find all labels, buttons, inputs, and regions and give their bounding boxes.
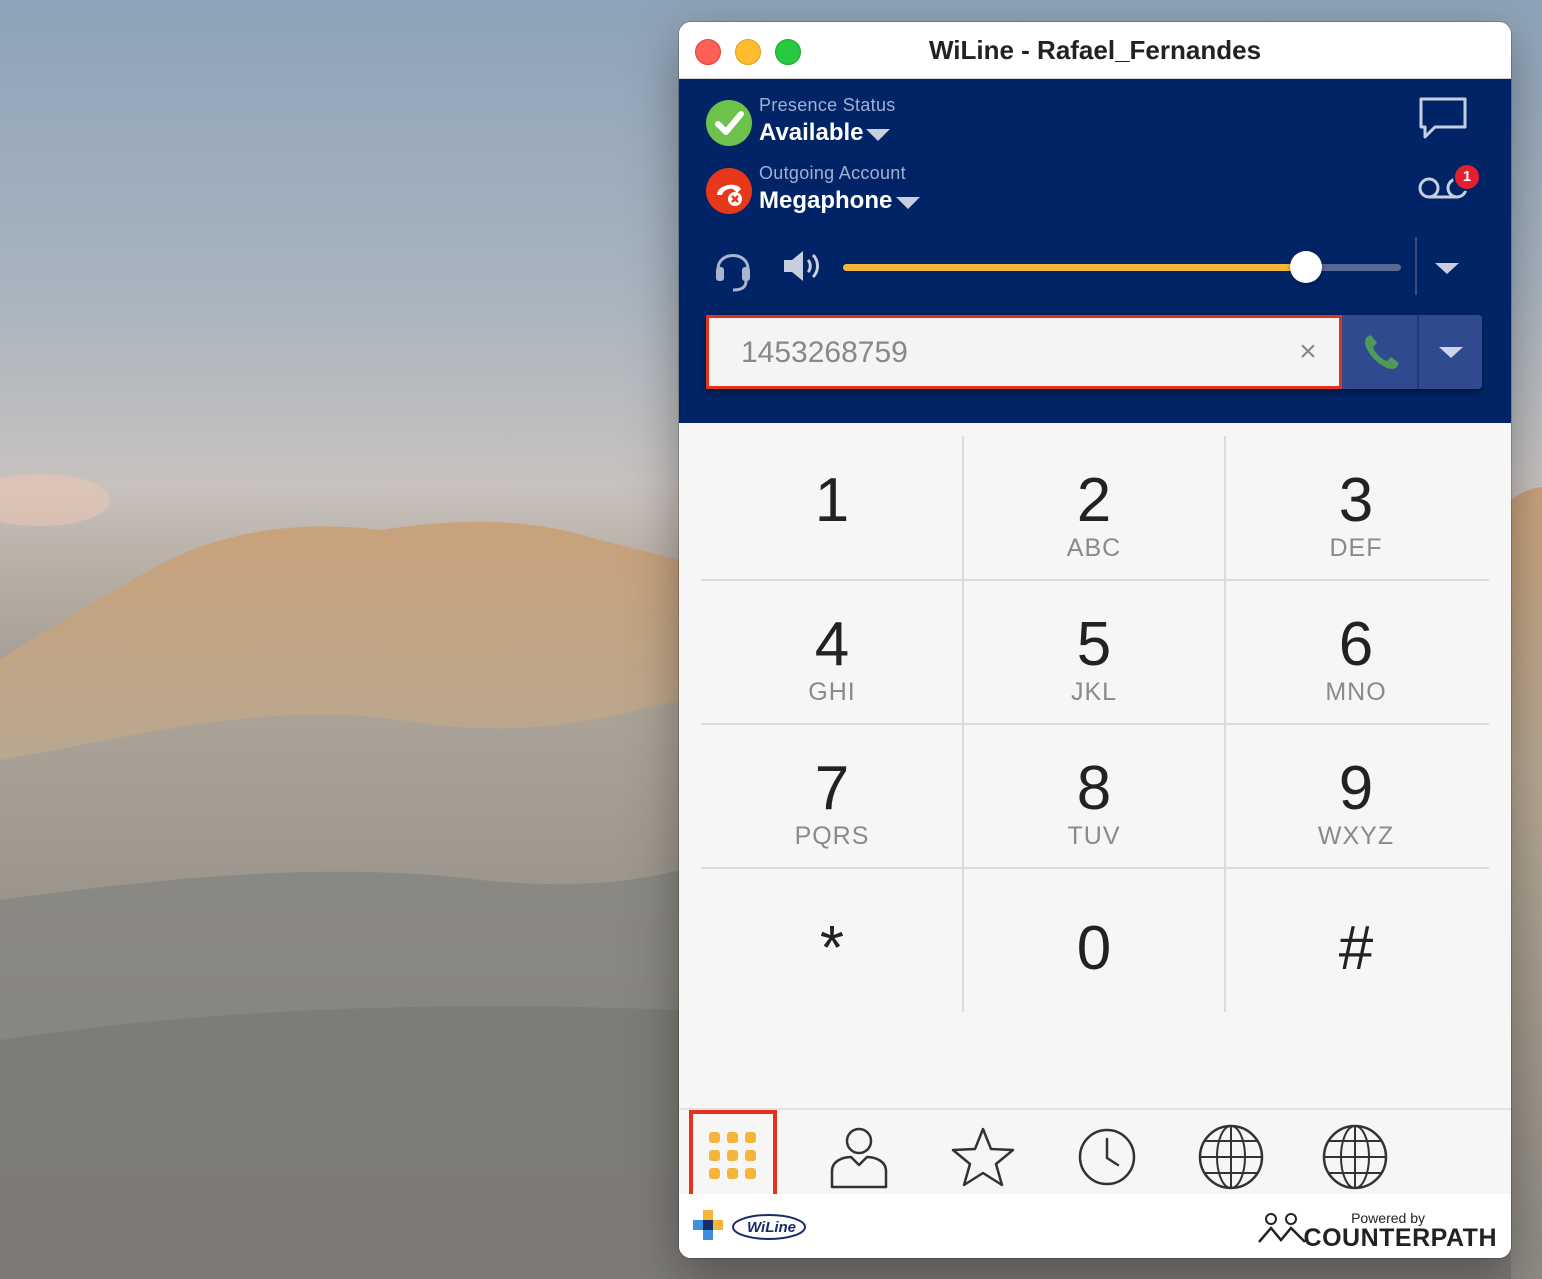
key-digit: 8	[1076, 754, 1112, 823]
phone-error-icon[interactable]	[706, 168, 752, 214]
bottom-tab-bar	[679, 1108, 1511, 1202]
key-digit: 4	[814, 610, 850, 679]
dialpad: 1 2 ABC 3 DEF 4 GHI 5 JKL 6 MNO 7 PQRS 8	[701, 436, 1489, 1012]
dialpad-key-8[interactable]: 8 TUV	[963, 724, 1225, 868]
tab-web-1[interactable]	[1191, 1116, 1271, 1198]
dialpad-key-2[interactable]: 2 ABC	[963, 436, 1225, 580]
divider	[1415, 237, 1417, 295]
dial-number-input[interactable]	[739, 330, 1283, 376]
app-window: WiLine - Rafael_Fernandes Presence Statu…	[679, 22, 1511, 1258]
dial-input-container: ×	[706, 315, 1342, 389]
wiline-mark-icon	[693, 1210, 723, 1240]
wiline-brand-text: WiLine	[747, 1219, 797, 1236]
globe-icon	[1198, 1124, 1264, 1190]
clear-icon[interactable]: ×	[1293, 334, 1323, 370]
globe-icon	[1322, 1124, 1388, 1190]
volume-slider[interactable]	[843, 251, 1401, 283]
tab-contacts[interactable]	[819, 1116, 899, 1198]
footer: WiLine Powered by COUNTERPATH	[679, 1194, 1511, 1258]
dialpad-key-9[interactable]: 9 WXYZ	[1225, 724, 1487, 868]
dialpad-key-6[interactable]: 6 MNO	[1225, 580, 1487, 724]
presence-status-label: Presence Status	[759, 95, 896, 115]
dialpad-key-star[interactable]: *	[701, 868, 963, 1012]
key-digit: 0	[1076, 914, 1112, 983]
star-icon	[951, 1127, 1015, 1187]
chevron-down-icon	[1439, 347, 1463, 358]
key-digit: 7	[814, 754, 850, 823]
dialpad-key-3[interactable]: 3 DEF	[1225, 436, 1487, 580]
title-bar: WiLine - Rafael_Fernandes	[679, 22, 1511, 79]
header-panel: Presence Status Available Outgoing Accou…	[679, 79, 1511, 423]
tab-favorites[interactable]	[943, 1116, 1023, 1198]
check-circle-icon[interactable]	[706, 100, 752, 146]
key-letters: GHI	[808, 678, 856, 706]
speaker-icon[interactable]	[781, 247, 825, 285]
key-digit: 1	[814, 466, 850, 535]
phone-icon	[1365, 335, 1399, 369]
clock-icon	[1078, 1128, 1136, 1186]
key-digit: 3	[1338, 466, 1374, 535]
key-letters: ABC	[1066, 534, 1122, 562]
key-letters: WXYZ	[1317, 822, 1395, 850]
key-letters: MNO	[1325, 678, 1387, 706]
dialpad-key-1[interactable]: 1	[701, 436, 963, 580]
dialpad-key-0[interactable]: 0	[963, 868, 1225, 1012]
outgoing-account-label: Outgoing Account	[759, 163, 906, 183]
key-digit: 6	[1338, 610, 1374, 679]
dialpad-icon	[709, 1132, 756, 1179]
chevron-down-icon[interactable]	[1435, 263, 1459, 274]
tab-web-2[interactable]	[1315, 1116, 1395, 1198]
window-title: WiLine - Rafael_Fernandes	[928, 35, 1262, 65]
chevron-down-icon[interactable]	[896, 197, 920, 209]
counterpath-label: COUNTERPATH	[1303, 1224, 1497, 1252]
dial-bar: ×	[706, 315, 1482, 389]
volume-slider-thumb[interactable]	[1290, 251, 1323, 283]
chat-icon[interactable]	[1417, 95, 1469, 143]
volume-slider-fill	[843, 264, 1307, 271]
presence-status-value[interactable]: Available	[759, 119, 864, 147]
key-letters: DEF	[1329, 534, 1383, 562]
voicemail-count-badge: 1	[1453, 163, 1481, 191]
dialpad-key-hash[interactable]: #	[1225, 868, 1487, 1012]
key-letters: PQRS	[794, 822, 870, 850]
key-digit: 2	[1076, 466, 1112, 535]
contact-person-icon	[830, 1127, 888, 1189]
key-digit: 5	[1076, 610, 1112, 679]
dialpad-key-5[interactable]: 5 JKL	[963, 580, 1225, 724]
chevron-down-icon[interactable]	[866, 129, 890, 141]
call-button[interactable]	[1345, 315, 1417, 389]
wiline-logo: WiLine	[693, 1210, 813, 1244]
call-options-button[interactable]	[1419, 315, 1482, 389]
counterpath-logo-icon	[1258, 1213, 1306, 1243]
dialpad-key-7[interactable]: 7 PQRS	[701, 724, 963, 868]
tab-dialpad[interactable]	[689, 1110, 777, 1202]
key-letters: TUV	[1067, 822, 1121, 850]
dialpad-key-4[interactable]: 4 GHI	[701, 580, 963, 724]
key-letters: JKL	[1070, 678, 1118, 706]
tab-history[interactable]	[1067, 1116, 1147, 1198]
outgoing-account-value[interactable]: Megaphone	[759, 187, 892, 215]
key-digit: *	[819, 914, 845, 983]
key-digit: #	[1338, 914, 1374, 983]
key-digit: 9	[1338, 754, 1374, 823]
powered-by-counterpath: Powered by COUNTERPATH	[1257, 1210, 1497, 1252]
headset-icon[interactable]	[713, 243, 753, 293]
